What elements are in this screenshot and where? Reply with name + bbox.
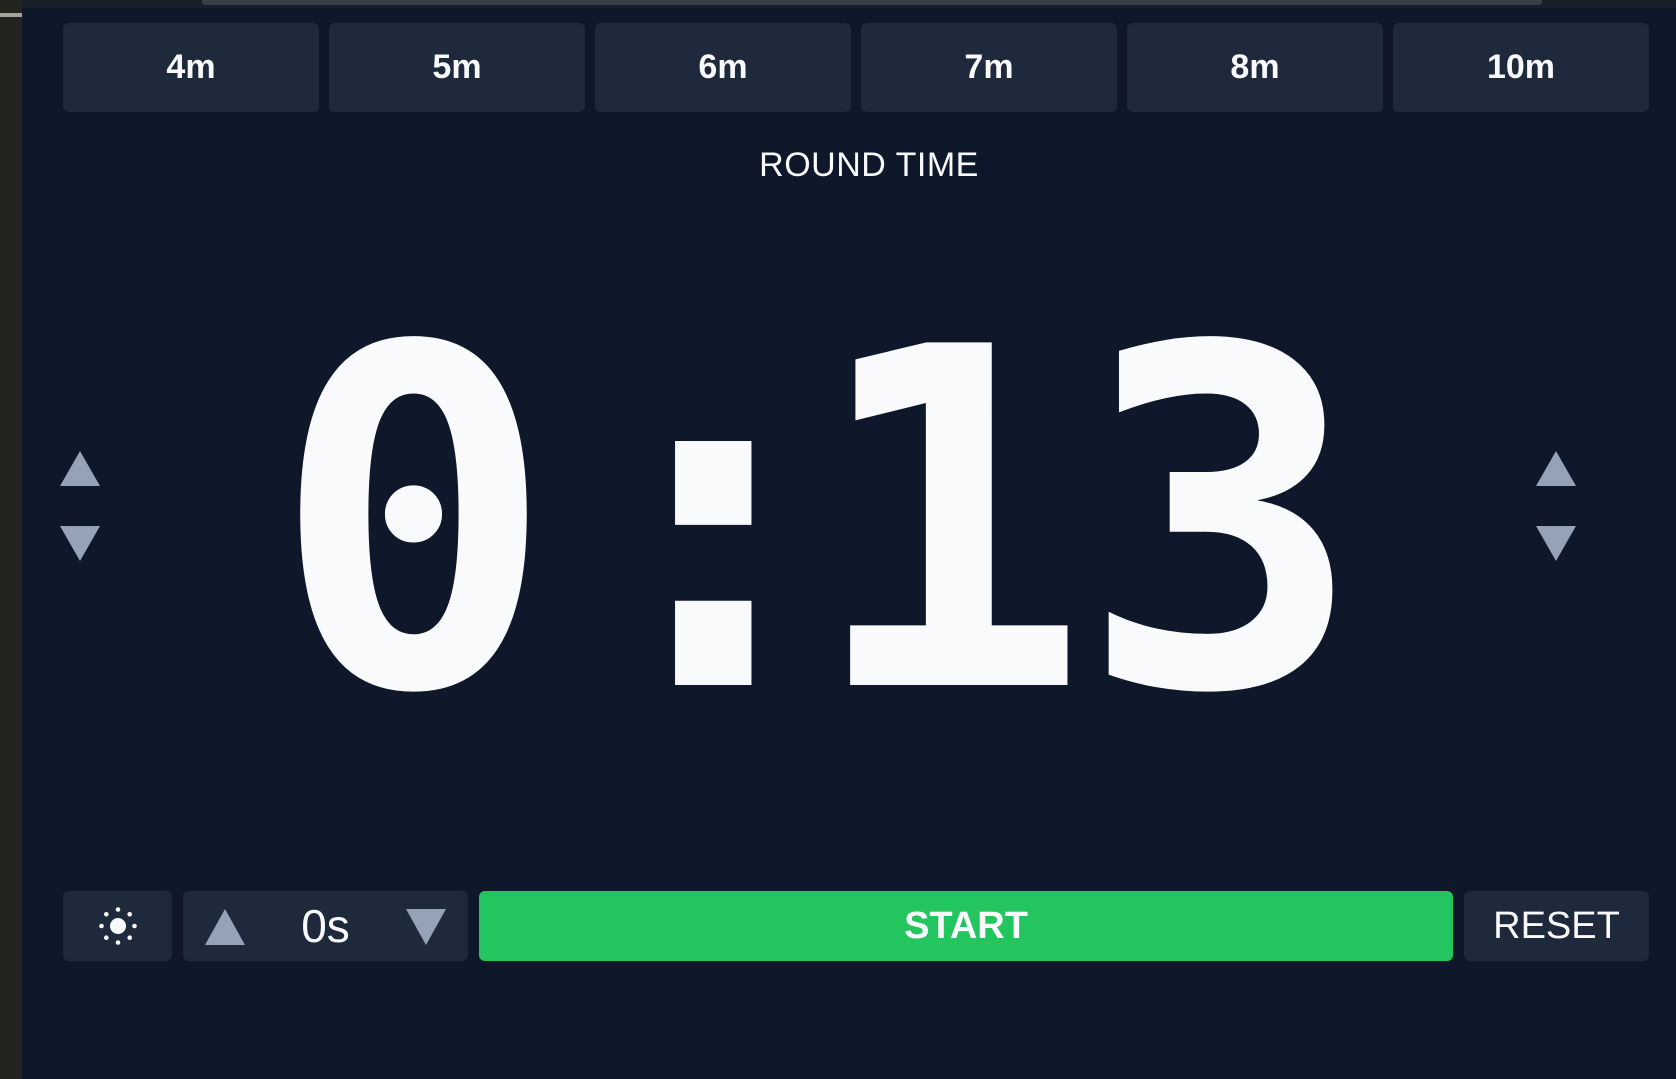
seconds-decrement-icon[interactable] [1536, 526, 1576, 561]
stepper-value: 0s [301, 900, 350, 952]
timer-minutes: 0 [272, 249, 555, 796]
preset-button-5m[interactable]: 5m [329, 23, 585, 112]
preset-button-7m[interactable]: 7m [861, 23, 1117, 112]
seconds-increment-icon[interactable] [1536, 451, 1576, 486]
round-time-label: ROUND TIME [759, 146, 979, 184]
reset-button[interactable]: RESET [1464, 891, 1649, 961]
control-bar: 0s START RESET [63, 891, 1649, 961]
preset-bar: 4m 5m 6m 7m 8m 10m [63, 23, 1649, 112]
preset-button-4m[interactable]: 4m [63, 23, 319, 112]
stepper-increment-icon[interactable] [205, 909, 245, 945]
preset-button-10m[interactable]: 10m [1393, 23, 1649, 112]
start-button[interactable]: START [479, 891, 1453, 961]
minutes-decrement-icon[interactable] [60, 526, 100, 561]
theme-toggle-button[interactable] [63, 891, 172, 961]
offset-stepper: 0s [183, 891, 468, 961]
stepper-decrement-icon[interactable] [406, 909, 446, 945]
minutes-increment-icon[interactable] [60, 451, 100, 486]
preset-button-8m[interactable]: 8m [1127, 23, 1383, 112]
scroll-thumb[interactable] [202, 0, 1542, 5]
timer-seconds: 13 [807, 249, 1363, 796]
timer-display: 0 : 13 [272, 249, 1363, 796]
edge-marker [0, 13, 22, 17]
preset-button-6m[interactable]: 6m [595, 23, 851, 112]
top-scrollbar[interactable] [22, 0, 1676, 8]
timer-separator: : [572, 249, 855, 796]
timer-app: 4m 5m 6m 7m 8m 10m ROUND TIME 0 : 13 0s … [22, 8, 1676, 1079]
window-edge [0, 0, 22, 1079]
sun-icon [98, 907, 137, 945]
